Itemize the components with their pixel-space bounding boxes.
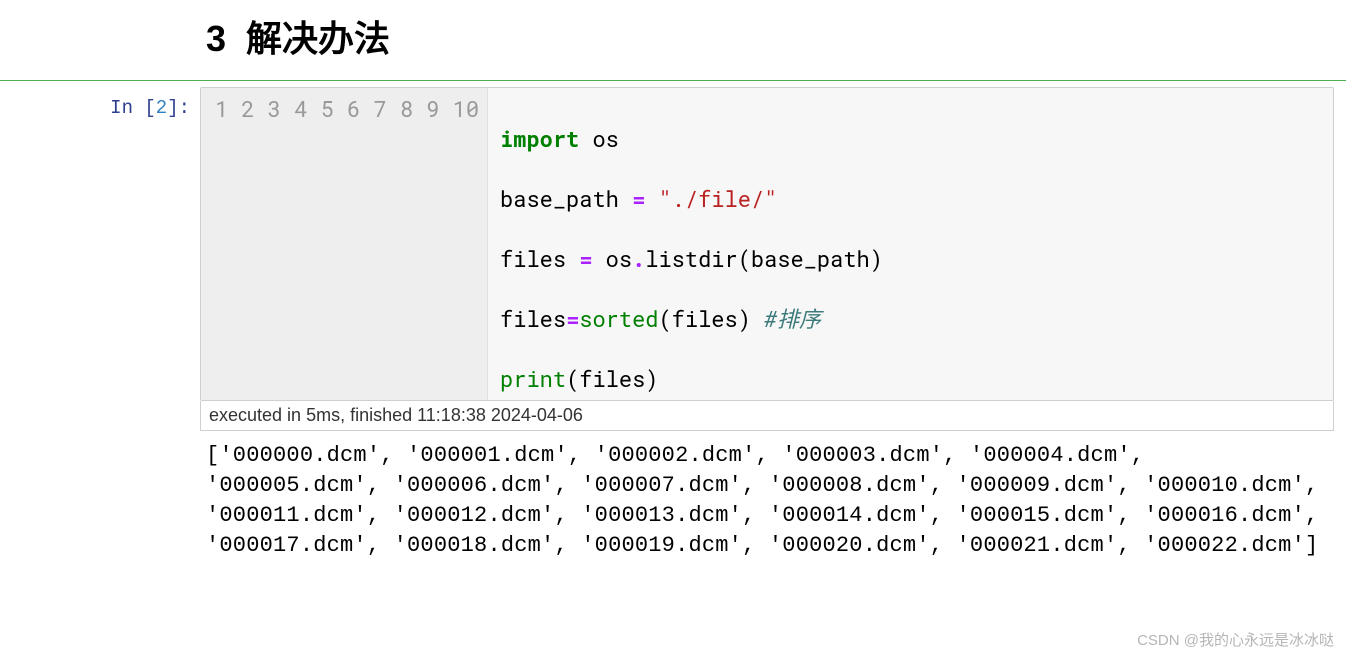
notebook-container: 3 解决办法 In [2]: 1 2 3 4 5 6 7 8 9 10 impo…	[0, 0, 1346, 567]
prompt-suffix: ]:	[167, 97, 190, 119]
heading-title: 解决办法	[246, 18, 390, 59]
code-input-area[interactable]: 1 2 3 4 5 6 7 8 9 10 import os base_path…	[200, 87, 1334, 401]
watermark: CSDN @我的心永远是冰冰哒	[1137, 629, 1334, 650]
prompt-prefix: In [	[110, 97, 156, 119]
cell-output: ['000000.dcm', '000001.dcm', '000002.dcm…	[200, 431, 1334, 567]
heading-number: 3	[206, 18, 226, 59]
code-cell: In [2]: 1 2 3 4 5 6 7 8 9 10 import os b…	[0, 81, 1346, 567]
input-prompt: In [2]:	[0, 87, 200, 119]
line-gutter: 1 2 3 4 5 6 7 8 9 10	[201, 88, 488, 400]
builtin-print: print	[500, 364, 566, 393]
execution-timing: executed in 5ms, finished 11:18:38 2024-…	[200, 401, 1334, 431]
keyword-import: import	[500, 124, 579, 153]
code-editor[interactable]: import os base_path = "./file/" files = …	[488, 88, 895, 400]
prompt-count: 2	[156, 97, 167, 119]
section-heading: 3 解决办法	[206, 10, 1346, 62]
cell-main: 1 2 3 4 5 6 7 8 9 10 import os base_path…	[200, 87, 1346, 567]
heading-row: 3 解决办法	[0, 0, 1346, 80]
